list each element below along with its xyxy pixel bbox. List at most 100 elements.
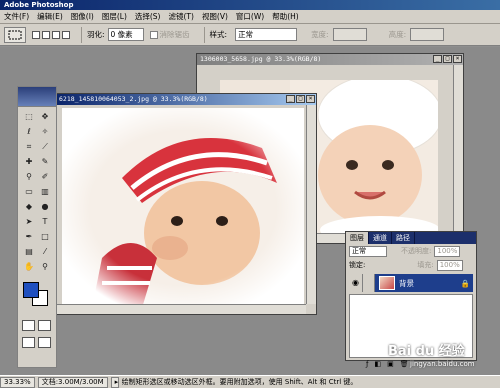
layers-panel-tabs: 图层 通道 路径 — [346, 232, 476, 244]
zoom-tool-icon[interactable]: ⚲ — [38, 260, 52, 273]
menu-file[interactable]: 文件(F) — [0, 10, 33, 24]
antialias-checkbox[interactable] — [149, 30, 158, 39]
status-message: 绘制矩形选区或移动选区外框。要用附加选项，使用 Shift、Alt 和 Ctrl… — [121, 378, 358, 386]
tab-channels[interactable]: 通道 — [369, 232, 392, 244]
minimize-icon[interactable]: _ — [433, 55, 442, 63]
new-layer-icon[interactable]: ▣ — [387, 360, 394, 368]
watermark-url: jingyan.baidu.com — [410, 360, 475, 368]
type-tool-icon[interactable]: T — [38, 215, 52, 228]
menu-view[interactable]: 视图(V) — [198, 10, 232, 24]
fill-label: 填充: — [417, 261, 434, 269]
menu-image[interactable]: 图像(I) — [67, 10, 98, 24]
document-window-front[interactable]: 6218_145810064053_2.jpg @ 33.3%(RGB/8) _… — [55, 93, 317, 315]
hand-tool-icon[interactable]: ✋ — [22, 260, 36, 273]
zoom-level[interactable]: 33.33% — [0, 376, 35, 388]
mask-mode-group — [18, 314, 56, 331]
vertical-scrollbar[interactable] — [453, 65, 463, 233]
stamp-tool-icon[interactable]: ⚲ — [22, 170, 36, 183]
document-canvas[interactable] — [62, 108, 304, 308]
lasso-tool-icon[interactable]: ℓ — [22, 125, 36, 138]
path-select-tool-icon[interactable]: ➤ — [22, 215, 36, 228]
eye-icon[interactable]: ◉ — [349, 274, 363, 292]
magic-wand-tool-icon[interactable]: ✧ — [38, 125, 52, 138]
brush-tool-icon[interactable]: ✎ — [38, 155, 52, 168]
horizontal-scrollbar[interactable] — [56, 304, 306, 314]
vertical-scrollbar[interactable] — [306, 105, 316, 304]
status-arrow-icon[interactable]: ▸ — [110, 376, 119, 388]
quickmask-mode-icon[interactable] — [38, 320, 51, 331]
mask-icon[interactable]: ◧ — [374, 360, 381, 368]
document-title: 6218_145810064053_2.jpg @ 33.3%(RGB/8) — [59, 95, 208, 103]
brush-link-icon — [363, 274, 375, 292]
watermark-logo: Bai du 经验 — [388, 344, 465, 359]
dodge-tool-icon[interactable]: ● — [38, 200, 52, 213]
screen-mode-standard-icon[interactable] — [22, 337, 35, 348]
document-title-bar[interactable]: 6218_145810064053_2.jpg @ 33.3%(RGB/8) _… — [56, 94, 316, 105]
tools-panel-header[interactable] — [18, 87, 56, 107]
standard-mode-icon[interactable] — [22, 320, 35, 331]
document-title: 1306003_5658.jpg @ 33.3%(RGB/8) — [200, 55, 322, 63]
slice-tool-icon[interactable]: ⟋ — [38, 140, 52, 153]
trash-icon[interactable]: 🗑 — [400, 360, 409, 368]
document-info[interactable]: 文档:3.00M/3.00M — [37, 376, 108, 388]
gradient-tool-icon[interactable]: ▥ — [38, 185, 52, 198]
baby-photo-vignette-image — [62, 108, 304, 308]
screen-mode-full-icon[interactable] — [38, 337, 51, 348]
lock-label: 锁定: — [349, 261, 366, 269]
blend-mode-select[interactable]: 正常 — [349, 245, 387, 257]
minimize-icon[interactable]: _ — [286, 95, 295, 103]
pen-tool-icon[interactable]: ✒ — [22, 230, 36, 243]
new-selection-icon[interactable] — [32, 30, 40, 39]
menu-layer[interactable]: 图层(L) — [98, 10, 131, 24]
intersect-selection-icon[interactable] — [62, 30, 70, 39]
maximize-icon[interactable]: □ — [296, 95, 305, 103]
subtract-selection-icon[interactable] — [52, 30, 60, 39]
shape-tool-icon[interactable]: □ — [38, 230, 52, 243]
close-icon[interactable]: × — [306, 95, 315, 103]
crop-tool-icon[interactable]: ⌗ — [22, 140, 36, 153]
history-brush-tool-icon[interactable]: ✐ — [38, 170, 52, 183]
blend-row: 正常 不透明度: 100% — [346, 244, 476, 258]
style-label: 样式: — [209, 30, 228, 39]
document-title-bar[interactable]: 1306003_5658.jpg @ 33.3%(RGB/8) _ □ × — [197, 54, 463, 65]
menu-filter[interactable]: 滤镜(T) — [165, 10, 198, 24]
eyedropper-tool-icon[interactable]: ⁄ — [38, 245, 52, 258]
close-icon[interactable]: × — [453, 55, 462, 63]
maximize-icon[interactable]: □ — [443, 55, 452, 63]
layer-row-background[interactable]: ◉ 背景 🔒 — [349, 274, 473, 292]
feather-input[interactable]: 0 像素 — [107, 28, 144, 41]
tool-preset-picker[interactable] — [4, 26, 26, 43]
antialias-label: 消除锯齿 — [159, 30, 190, 39]
blur-tool-icon[interactable]: ◆ — [22, 200, 36, 213]
options-bar: 羽化: 0 像素 消除锯齿 样式: 正常 宽度: 高度: — [0, 24, 500, 46]
opacity-label: 不透明度: — [401, 247, 432, 255]
move-tool-icon[interactable]: ✥ — [38, 110, 52, 123]
eraser-tool-icon[interactable]: ▭ — [22, 185, 36, 198]
menu-window[interactable]: 窗口(W) — [232, 10, 268, 24]
healing-brush-tool-icon[interactable]: ✚ — [22, 155, 36, 168]
menu-edit[interactable]: 编辑(E) — [33, 10, 67, 24]
divider — [81, 26, 82, 43]
menu-help[interactable]: 帮助(H) — [268, 10, 303, 24]
foreground-color-swatch[interactable] — [23, 282, 39, 298]
add-selection-icon[interactable] — [42, 30, 50, 39]
window-controls: _ □ × — [433, 55, 462, 63]
tab-layers[interactable]: 图层 — [346, 232, 369, 244]
height-input[interactable] — [410, 28, 445, 41]
menu-bar: 文件(F) 编辑(E) 图像(I) 图层(L) 选择(S) 滤镜(T) 视图(V… — [0, 10, 500, 24]
layer-name[interactable]: 背景 — [399, 278, 414, 289]
style-select[interactable]: 正常 — [235, 28, 298, 41]
screen-mode-group — [18, 331, 56, 348]
fill-input[interactable]: 100% — [436, 259, 463, 271]
menu-select[interactable]: 选择(S) — [131, 10, 165, 24]
layer-style-icon[interactable]: ƒ — [366, 360, 368, 368]
app-title: Adobe Photoshop — [4, 1, 74, 9]
marquee-tool-icon[interactable]: ⬚ — [22, 110, 36, 123]
height-label: 高度: — [388, 30, 407, 39]
width-input[interactable] — [332, 28, 367, 41]
tool-grid: ⬚ ✥ ℓ ✧ ⌗ ⟋ ✚ ✎ ⚲ ✐ ▭ ▥ ◆ ● ➤ T ✒ □ ▤ ⁄ … — [18, 107, 56, 276]
notes-tool-icon[interactable]: ▤ — [22, 245, 36, 258]
window-controls: _ □ × — [286, 95, 315, 103]
tab-paths[interactable]: 路径 — [392, 232, 415, 244]
opacity-input[interactable]: 100% — [434, 245, 461, 257]
